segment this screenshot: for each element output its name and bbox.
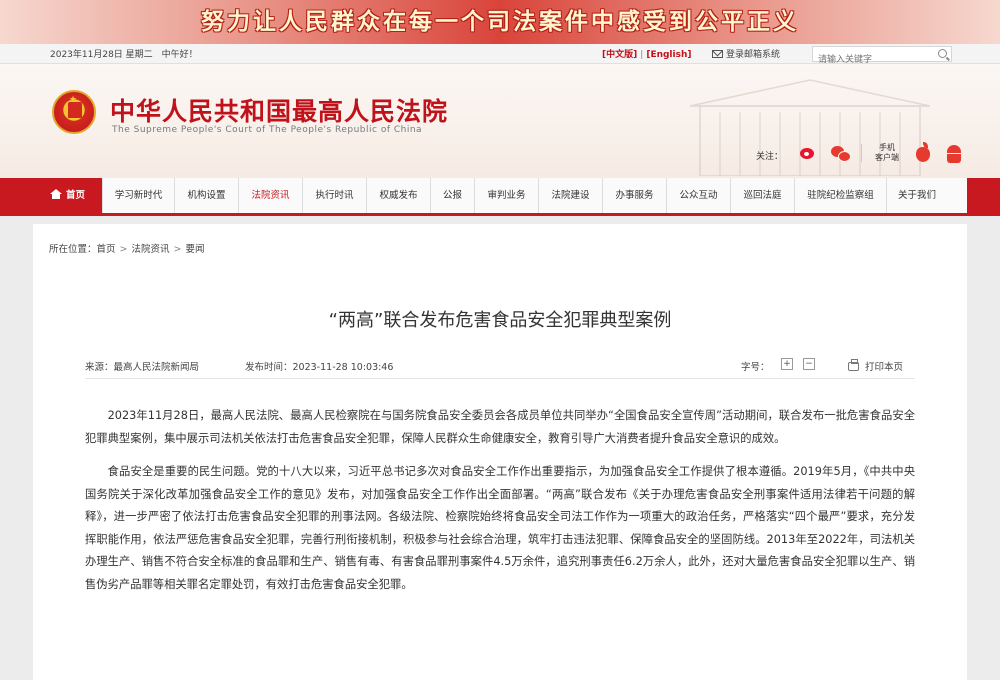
breadcrumb-label: 所在位置： [49, 244, 97, 255]
article-paragraph: 2023年11月28日，最高人民法院、最高人民检察院在与国务院食品安全委员会各成… [85, 409, 915, 445]
search-box [812, 46, 952, 67]
wechat-icon[interactable] [829, 142, 853, 164]
nav-item-circuit[interactable]: 巡回法庭 [731, 178, 795, 213]
site-header: 中华人民共和国最高人民法院 The Supreme People's Court… [0, 64, 1000, 178]
header-divider [861, 144, 862, 162]
breadcrumb-news[interactable]: 法院资讯 [132, 244, 170, 255]
nav-item-enforcement[interactable]: 执行时讯 [303, 178, 367, 213]
article-publish-time: 发布时间：2023-11-28 10:03:46 [245, 362, 394, 373]
android-icon[interactable] [942, 142, 966, 164]
nav-item-trial[interactable]: 审判业务 [475, 178, 539, 213]
mobile-client-link[interactable]: 手机 客户端 [870, 143, 904, 163]
print-label: 打印本页 [865, 362, 904, 373]
mail-icon [712, 50, 723, 58]
article-container: 所在位置：首页 > 法院资讯 > 要闻 “两高”联合发布危害食品安全犯罪典型案例 来源：… [33, 224, 967, 680]
font-increase-button[interactable]: + [781, 358, 793, 370]
breadcrumb: 所在位置：首页 > 法院资讯 > 要闻 [49, 244, 205, 255]
utility-bar: 2023年11月28日 星期二 中午好！ [中文版] | [English] 登录邮… [0, 44, 1000, 67]
article-body: 2023年11月28日，最高人民法院、最高人民检察院在与国务院食品安全委员会各成… [85, 405, 915, 607]
nav-item-home[interactable]: 首页 [33, 178, 103, 213]
slogan-banner: 努力让人民群众在每一个司法案件中感受到公平正义 [0, 0, 1000, 44]
main-nav: 首页 学习新时代 机构设置 法院资讯 执行时讯 权威发布 公报 审判业务 法院建… [0, 178, 1000, 216]
date-greeting: 2023年11月28日 星期二 中午好！ [50, 50, 198, 60]
font-size-label: 字号： [741, 362, 770, 373]
search-icon[interactable] [938, 49, 947, 58]
breadcrumb-headlines[interactable]: 要闻 [185, 244, 204, 255]
nav-item-services[interactable]: 办事服务 [603, 178, 667, 213]
follow-label: 关注： [756, 152, 784, 162]
print-button[interactable]: 打印本页 [848, 359, 903, 373]
home-icon [49, 189, 62, 199]
mail-login-link[interactable]: 登录邮箱系统 [712, 47, 780, 60]
site-subtitle: The Supreme People's Court of The People… [112, 125, 423, 135]
national-emblem-logo[interactable] [52, 90, 96, 134]
site-title[interactable]: 中华人民共和国最高人民法院 [110, 92, 448, 128]
language-switch: [中文版] | [English] [602, 50, 692, 60]
article-meta: 来源：最高人民法院新闻局 发布时间：2023-11-28 10:03:46 字号… [85, 357, 915, 379]
slogan-text: 努力让人民群众在每一个司法案件中感受到公平正义 [201, 9, 799, 35]
nav-item-news[interactable]: 法院资讯 [239, 178, 303, 213]
lang-english-link[interactable]: English [650, 50, 687, 60]
article-source: 来源：最高人民法院新闻局 [85, 362, 200, 373]
nav-item-interaction[interactable]: 公众互动 [667, 178, 731, 213]
font-decrease-button[interactable]: − [803, 358, 815, 370]
nav-item-releases[interactable]: 权威发布 [367, 178, 431, 213]
article-title: “两高”联合发布危害食品安全犯罪典型案例 [328, 310, 672, 331]
breadcrumb-home[interactable]: 首页 [97, 244, 116, 255]
printer-icon [848, 359, 859, 371]
article-paragraph: 食品安全是重要的民生问题。党的十八大以来，习近平总书记多次对食品安全工作作出重要… [85, 465, 915, 591]
weibo-icon[interactable] [797, 142, 821, 164]
mail-login-label: 登录邮箱系统 [726, 50, 781, 60]
nav-item-about[interactable]: 关于我们 [887, 178, 947, 213]
nav-item-discipline[interactable]: 驻院纪检监察组 [795, 178, 887, 213]
nav-item-construction[interactable]: 法院建设 [539, 178, 603, 213]
nav-item-study[interactable]: 学习新时代 [103, 178, 175, 213]
nav-item-gazette[interactable]: 公报 [431, 178, 475, 213]
apple-icon[interactable] [912, 142, 936, 164]
nav-item-structure[interactable]: 机构设置 [175, 178, 239, 213]
lang-chinese-link[interactable]: 中文版 [606, 50, 633, 60]
